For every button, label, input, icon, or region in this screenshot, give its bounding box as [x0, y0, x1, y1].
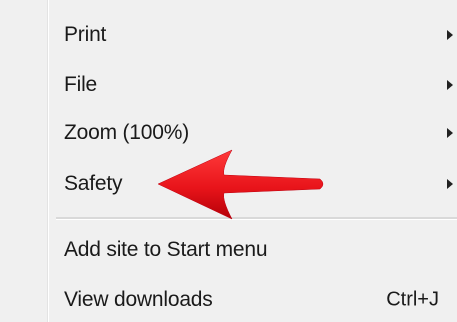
menu-item-file[interactable]: File — [48, 60, 457, 110]
menu-item-view-downloads[interactable]: View downloads Ctrl+J — [48, 275, 457, 322]
menu-icon-gutter — [0, 0, 49, 322]
menu-item-label: View downloads — [64, 288, 213, 311]
menu-item-label: Zoom (100%) — [64, 121, 190, 144]
submenu-arrow-icon — [447, 128, 453, 138]
menu-item-print[interactable]: Print — [48, 10, 457, 60]
menu-item-label: File — [64, 73, 98, 96]
menu-item-label: Print — [64, 23, 107, 46]
submenu-arrow-icon — [447, 80, 453, 90]
menu-item-add-site-to-start-menu[interactable]: Add site to Start menu — [48, 225, 457, 275]
submenu-arrow-icon — [447, 30, 453, 40]
menu-item-label: Safety — [64, 172, 123, 195]
red-pointer-arrow-icon — [157, 149, 324, 220]
keyboard-shortcut: Ctrl+J — [386, 288, 439, 311]
submenu-arrow-icon — [447, 179, 453, 189]
menu-item-label: Add site to Start menu — [64, 238, 268, 261]
